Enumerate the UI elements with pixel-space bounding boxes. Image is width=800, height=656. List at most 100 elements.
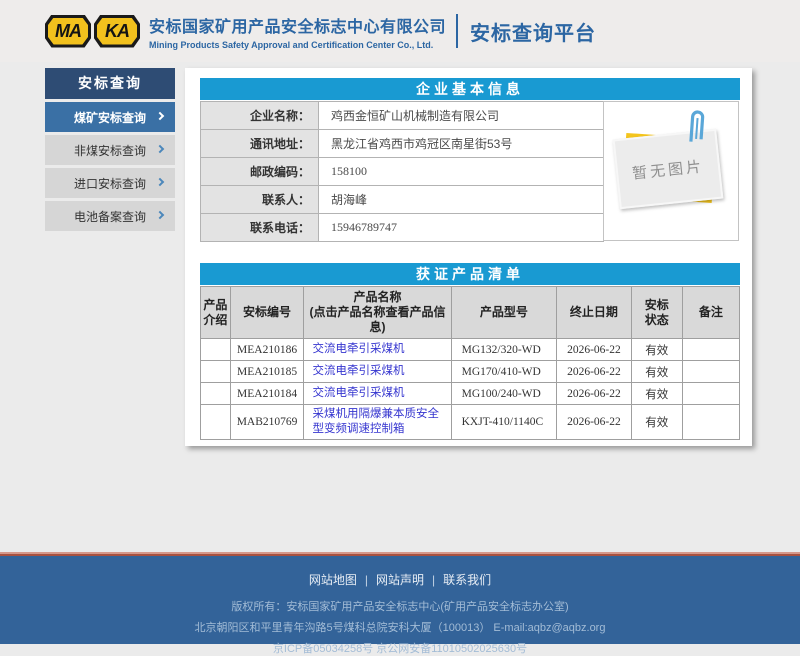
products-table-body: MEA210186交流电牵引采煤机MG132/320-WD2026-06-22有…	[201, 339, 740, 440]
column-header: 产品型号	[451, 287, 557, 339]
products-table: 产品 介绍安标编号产品名称 (点击产品名称查看产品信息)产品型号终止日期安标 状…	[200, 286, 740, 440]
enterprise-row: 通讯地址：黑龙江省鸡西市鸡冠区南星街53号	[201, 130, 604, 158]
copyright-line: 版权所有：安标国家矿用产品安全标志中心(矿用产品安全标志办公室)	[0, 598, 800, 614]
enterprise-row: 联系电话：15946789747	[201, 214, 604, 242]
field-value: 158100	[319, 158, 604, 186]
enterprise-info-table: 企业名称：鸡西金恒矿山机械制造有限公司通讯地址：黑龙江省鸡西市鸡冠区南星街53号…	[200, 101, 604, 242]
enterprise-row: 企业名称：鸡西金恒矿山机械制造有限公司	[201, 102, 604, 130]
sidebar-menu: 煤矿安标查询非煤安标查询进口安标查询电池备案查询	[45, 102, 175, 231]
footer-link[interactable]: 网站地图	[309, 573, 357, 587]
logo-badge-ma: MA	[45, 15, 91, 48]
cell-remark	[682, 405, 739, 440]
cell-name: 采煤机用隔爆兼本质安全型变频调速控制箱	[304, 405, 451, 440]
sidebar: 安标查询 煤矿安标查询非煤安标查询进口安标查询电池备案查询	[45, 68, 175, 231]
footer-copyright: 版权所有：安标国家矿用产品安全标志中心(矿用产品安全标志办公室) 北京朝阳区和平里…	[0, 598, 800, 656]
field-label: 通讯地址：	[201, 130, 319, 158]
sidebar-item[interactable]: 电池备案查询	[45, 201, 175, 231]
cell-end-date: 2026-06-22	[557, 405, 631, 440]
sidebar-item-label: 非煤安标查询	[74, 142, 146, 159]
cell-model: MG100/240-WD	[451, 383, 557, 405]
cell-intro	[201, 383, 231, 405]
field-label: 邮政编码：	[201, 158, 319, 186]
cell-model: KXJT-410/1140C	[451, 405, 557, 440]
sidebar-item[interactable]: 非煤安标查询	[45, 135, 175, 165]
platform-title: 安标查询平台	[470, 17, 596, 46]
cell-model: MG132/320-WD	[451, 339, 557, 361]
footer-link[interactable]: 网站声明	[376, 573, 424, 587]
cell-status: 有效	[631, 361, 682, 383]
sidebar-item-label: 电池备案查询	[74, 208, 146, 225]
logo-badge-ka: KA	[94, 15, 140, 48]
enterprise-section-title: 企业基本信息	[200, 78, 740, 100]
field-label: 联系电话：	[201, 214, 319, 242]
cell-cert-no: MEA210185	[230, 361, 304, 383]
logo-badge-ma-text: MA	[48, 18, 88, 45]
column-header: 终止日期	[557, 287, 631, 339]
no-image-text: 暂无图片	[631, 155, 705, 183]
chevron-right-icon	[156, 112, 164, 120]
org-name-en: Mining Products Safety Approval and Cert…	[149, 40, 446, 50]
product-name-link[interactable]: 交流电牵引采煤机	[312, 387, 404, 399]
cell-end-date: 2026-06-22	[557, 339, 631, 361]
footer-link-separator: |	[365, 573, 368, 587]
chevron-right-icon	[156, 211, 164, 219]
org-name-block: 安标国家矿用产品安全标志中心有限公司 Mining Products Safet…	[149, 13, 446, 50]
column-header: 产品名称 (点击产品名称查看产品信息)	[304, 287, 451, 339]
cell-model: MG170/410-WD	[451, 361, 557, 383]
product-name-link[interactable]: 交流电牵引采煤机	[312, 343, 404, 355]
field-value: 胡海峰	[319, 186, 604, 214]
field-label: 联系人：	[201, 186, 319, 214]
sidebar-item-label: 煤矿安标查询	[74, 109, 146, 126]
chevron-right-icon	[156, 145, 164, 153]
field-label: 企业名称：	[201, 102, 319, 130]
cell-status: 有效	[631, 405, 682, 440]
sidebar-title: 安标查询	[45, 68, 175, 99]
paperclip-icon	[685, 107, 709, 144]
table-row: MEA210186 交流电牵引采煤机 MG132/320-WD2026-06-22有…	[201, 339, 740, 361]
cell-cert-no: MEA210186	[230, 339, 304, 361]
cell-remark	[682, 339, 739, 361]
cell-name: 交流电牵引采煤机	[304, 383, 451, 405]
site-footer: 网站地图 | 网站声明 | 联系我们 版权所有：安标国家矿用产品安全标志中心(矿用产品安…	[0, 554, 800, 644]
products-section-title: 获证产品清单	[200, 263, 740, 285]
cell-cert-no: MEA210184	[230, 383, 304, 405]
enterprise-section-body: 企业名称：鸡西金恒矿山机械制造有限公司通讯地址：黑龙江省鸡西市鸡冠区南星街53号…	[200, 101, 740, 242]
main-panel: 企业基本信息 企业名称：鸡西金恒矿山机械制造有限公司通讯地址：黑龙江省鸡西市鸡冠…	[185, 68, 752, 446]
column-header: 产品 介绍	[201, 287, 231, 339]
sidebar-item[interactable]: 进口安标查询	[45, 168, 175, 198]
footer-link-separator: |	[432, 573, 435, 587]
footer-link[interactable]: 联系我们	[443, 573, 491, 587]
product-name-link[interactable]: 采煤机用隔爆兼本质安全型变频调速控制箱	[312, 408, 439, 435]
product-name-link[interactable]: 交流电牵引采煤机	[312, 365, 404, 377]
field-value: 15946789747	[319, 214, 604, 242]
site-header: MA KA 安标国家矿用产品安全标志中心有限公司 Mining Products…	[0, 0, 800, 62]
cell-remark	[682, 383, 739, 405]
cell-intro	[201, 339, 231, 361]
column-header: 安标编号	[230, 287, 304, 339]
table-row: MEA210185交流电牵引采煤机MG170/410-WD2026-06-22有…	[201, 361, 740, 383]
column-header: 安标 状态	[631, 287, 682, 339]
cell-status: 有效	[631, 383, 682, 405]
maka-logo: MA KA	[45, 15, 140, 48]
header-divider	[456, 14, 458, 48]
cell-remark	[682, 361, 739, 383]
enterprise-row: 邮政编码：158100	[201, 158, 604, 186]
cell-name: 交流电牵引采煤机	[304, 361, 451, 383]
enterprise-row: 联系人：胡海峰	[201, 186, 604, 214]
product-image-placeholder: 暂无图片	[603, 101, 739, 241]
products-section: 获证产品清单 产品 介绍安标编号产品名称 (点击产品名称查看产品信息)产品型号终…	[200, 263, 740, 440]
enterprise-table-body: 企业名称：鸡西金恒矿山机械制造有限公司通讯地址：黑龙江省鸡西市鸡冠区南星街53号…	[201, 102, 604, 242]
cell-intro	[201, 361, 231, 383]
copyright-line: 京ICP备05034258号 京公网安备11010502025630号	[0, 640, 800, 656]
sidebar-item[interactable]: 煤矿安标查询	[45, 102, 175, 132]
field-value: 黑龙江省鸡西市鸡冠区南星街53号	[319, 130, 604, 158]
products-header-row: 产品 介绍安标编号产品名称 (点击产品名称查看产品信息)产品型号终止日期安标 状…	[201, 287, 740, 339]
copyright-line: 北京朝阳区和平里青年沟路5号煤科总院安科大厦（100013） E-mail:aq…	[0, 619, 800, 635]
cell-cert-no: MAB210769	[230, 405, 304, 440]
cell-status: 有效	[631, 339, 682, 361]
column-header: 备注	[682, 287, 739, 339]
table-row: MEA210184交流电牵引采煤机MG100/240-WD2026-06-22有…	[201, 383, 740, 405]
footer-links: 网站地图 | 网站声明 | 联系我们	[0, 571, 800, 588]
logo-badge-ka-text: KA	[97, 18, 137, 45]
sidebar-item-label: 进口安标查询	[74, 175, 146, 192]
